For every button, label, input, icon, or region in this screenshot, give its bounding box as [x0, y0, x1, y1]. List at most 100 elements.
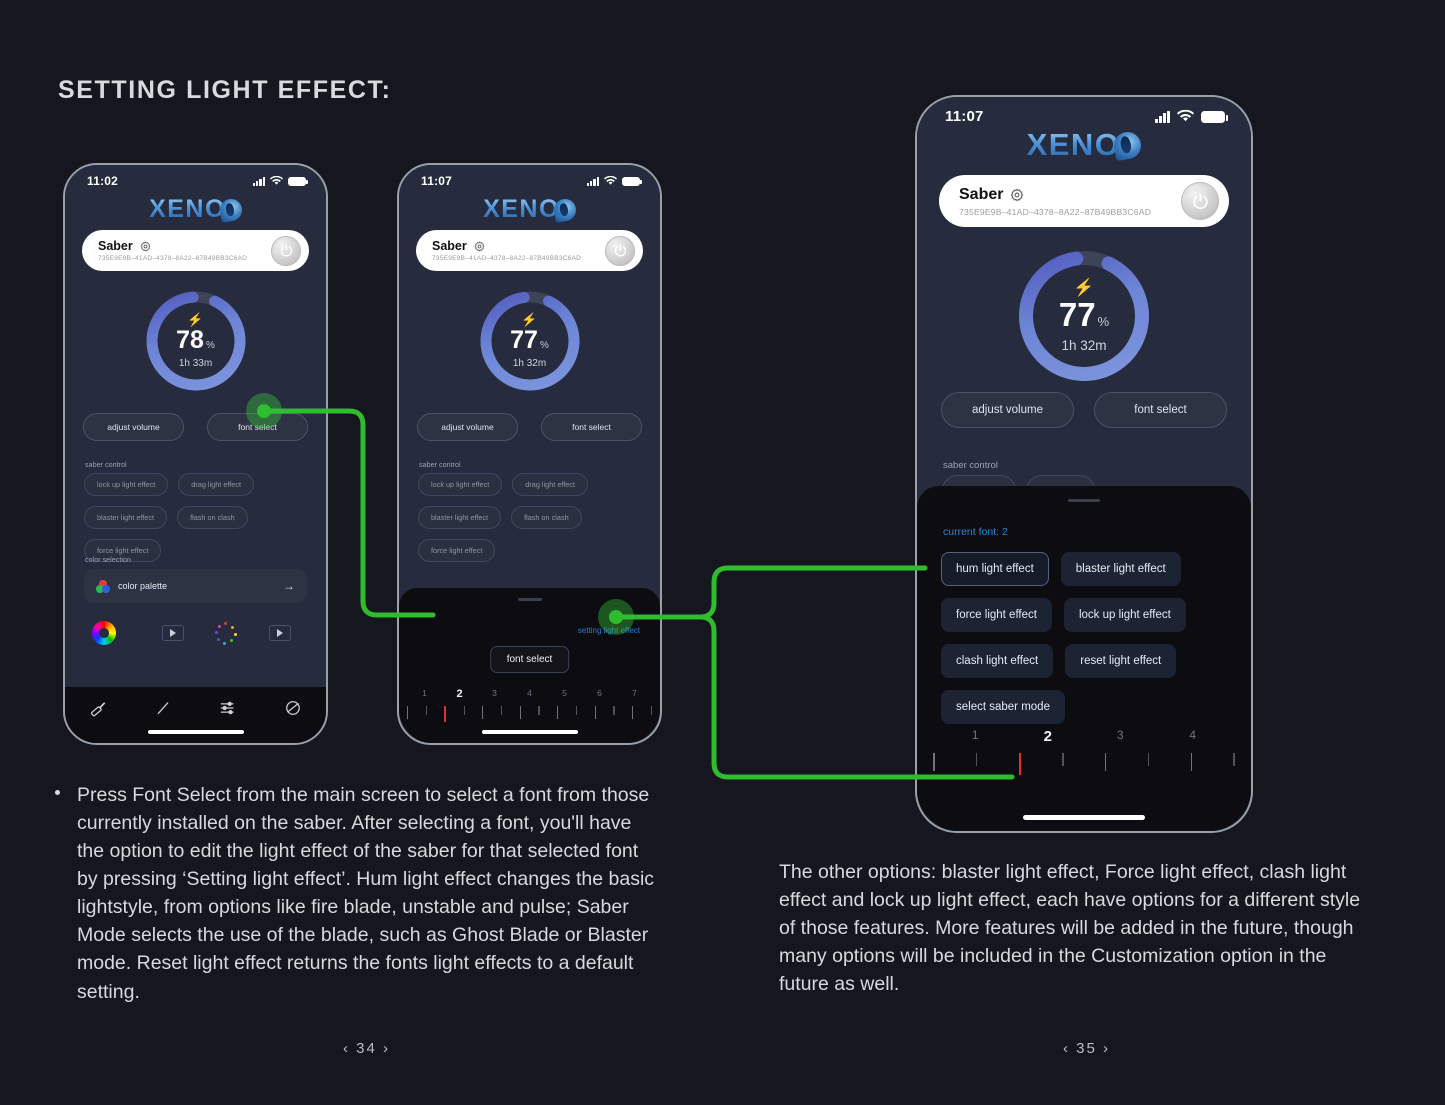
font-select-button[interactable]: font select	[1094, 392, 1227, 428]
battery-ring: ⚡ 78% 1h 33m	[142, 287, 250, 395]
bolt-icon: ⚡	[521, 312, 538, 327]
font-select-button[interactable]: font select	[541, 413, 642, 441]
device-id: 735E9E9B–41AD–4378–8A22–87B49BB3C6AD	[959, 206, 1152, 217]
battery-icon	[1201, 111, 1229, 123]
gear-icon[interactable]	[474, 241, 485, 252]
battery-icon	[288, 176, 309, 186]
font-select-button[interactable]: font select	[489, 646, 570, 673]
percent-symbol: %	[205, 340, 215, 351]
status-clock: 11:02	[87, 174, 119, 188]
phone3-screen: 11:07 XENO Saber 735E9E9B–41AD–4378–8A22…	[917, 97, 1251, 831]
xeno-logo: XENO	[65, 195, 326, 224]
xeno-logo: XENO	[917, 127, 1251, 163]
chip-drag-light-effect[interactable]: drag light effect	[512, 473, 589, 496]
phone3-status-bar: 11:07	[917, 97, 1251, 125]
battery-ring: ⚡ 77% 1h 32m	[476, 287, 584, 395]
body-left-text: Press Font Select from the main screen t…	[77, 784, 655, 1003]
saber-control-label: saber control	[419, 460, 461, 469]
blaster-light-effect-button[interactable]: blaster light effect	[1060, 552, 1181, 586]
gear-icon[interactable]	[1010, 188, 1024, 202]
play-icon[interactable]	[269, 625, 292, 641]
battery-percent: 77	[510, 326, 538, 354]
ruler-number-active: 2	[1043, 728, 1052, 745]
status-clock: 11:07	[945, 108, 984, 125]
xeno-wordmark: XENO	[149, 195, 226, 223]
battery-time-remaining: 1h 32m	[1061, 338, 1107, 353]
ruler-number: 3	[492, 688, 497, 698]
saber-hilt-icon[interactable]	[88, 698, 108, 718]
ruler-current-marker	[444, 706, 447, 722]
play-icon[interactable]	[161, 625, 184, 641]
color-wheel-icon[interactable]	[92, 621, 116, 645]
device-id: 735E9E9B–41AD–4378–8A22–87B49BB3C6AD	[98, 255, 248, 262]
color-palette-label: color palette	[118, 581, 168, 591]
phone2-action-row: adjust volume font select	[417, 413, 642, 441]
font-ruler[interactable]: 1 2 3 4 5 6 7	[399, 688, 660, 733]
chip-lock-up-light-effect[interactable]: lock up light effect	[84, 473, 169, 496]
ruler-ticks	[917, 745, 1251, 775]
force-light-effect-button[interactable]: force light effect	[941, 598, 1052, 632]
callout-dot-font-select	[246, 393, 282, 429]
select-saber-mode-button[interactable]: select saber mode	[941, 690, 1065, 724]
chip-flash-on-clash[interactable]: flash on clash	[511, 506, 582, 529]
battery-ring: ⚡ 77% 1h 32m	[1013, 245, 1155, 387]
device-name: Saber	[98, 239, 133, 253]
power-icon[interactable]	[605, 235, 635, 266]
sliders-icon[interactable]	[218, 698, 238, 718]
adjust-volume-button[interactable]: adjust volume	[417, 413, 518, 441]
planet-icon[interactable]	[283, 698, 303, 718]
home-indicator	[1023, 815, 1145, 820]
lock-up-light-effect-button[interactable]: lock up light effect	[1063, 598, 1186, 632]
light-effect-grid: hum light effect blaster light effect fo…	[941, 552, 1227, 724]
blade-icon[interactable]	[153, 698, 173, 718]
chip-blaster-light-effect[interactable]: blaster light effect	[418, 506, 502, 529]
device-card[interactable]: Saber 735E9E9B–41AD–4378–8A22–87B49BB3C6…	[416, 230, 643, 271]
chip-flash-on-clash[interactable]: flash on clash	[177, 506, 248, 529]
xeno-wordmark: XENO	[483, 195, 560, 223]
battery-ring-wrap: ⚡ 77% 1h 32m	[917, 245, 1251, 387]
wifi-icon	[270, 176, 283, 185]
ruler-number: 3	[1116, 728, 1124, 742]
bullet-icon	[55, 790, 60, 795]
battery-time-remaining: 1h 32m	[512, 358, 547, 369]
ruler-number: 1	[422, 688, 427, 698]
adjust-volume-button[interactable]: adjust volume	[83, 413, 184, 441]
chip-lock-up-light-effect[interactable]: lock up light effect	[418, 473, 503, 496]
reset-light-effect-button[interactable]: reset light effect	[1065, 644, 1177, 678]
battery-percent: 78	[176, 326, 204, 354]
sheet-grabber[interactable]	[517, 598, 542, 601]
battery-time-remaining: 1h 33m	[178, 358, 213, 369]
phone3-light-effect-sheet: current font: 2 hum light effect blaster…	[917, 486, 1251, 831]
hum-light-effect-button[interactable]: hum light effect	[941, 552, 1049, 586]
power-icon[interactable]	[271, 235, 301, 266]
chip-force-light-effect[interactable]: force light effect	[418, 539, 496, 562]
device-card[interactable]: Saber 735E9E9B–41AD–4378–8A22–87B49BB3C6…	[939, 175, 1229, 227]
ruler-current-marker	[1018, 753, 1021, 775]
device-card[interactable]: Saber 735E9E9B–41AD–4378–8A22–87B49BB3C6…	[82, 230, 309, 271]
power-icon[interactable]	[1181, 182, 1219, 220]
home-indicator	[481, 730, 578, 734]
chip-drag-light-effect[interactable]: drag light effect	[178, 473, 255, 496]
adjust-volume-button[interactable]: adjust volume	[941, 392, 1074, 428]
color-palette-row[interactable]: color palette →	[84, 569, 307, 603]
page-number-right[interactable]: ‹ 35 ›	[1063, 1040, 1110, 1057]
ruler-number: 1	[971, 728, 979, 742]
ruler-number: 6	[597, 688, 602, 698]
wifi-icon	[604, 176, 617, 185]
sheet-grabber[interactable]	[1068, 499, 1100, 502]
saber-control-label: saber control	[943, 460, 998, 471]
percent-symbol: %	[539, 340, 549, 351]
signal-bars-icon	[586, 176, 599, 186]
page-number-left[interactable]: ‹ 34 ›	[343, 1040, 390, 1057]
gear-icon[interactable]	[140, 241, 151, 252]
chip-blaster-light-effect[interactable]: blaster light effect	[84, 506, 168, 529]
sparkle-icon[interactable]	[214, 621, 238, 645]
font-ruler[interactable]: 1 2 3 4	[917, 728, 1251, 788]
status-clock: 11:07	[421, 174, 453, 188]
arrow-right-icon[interactable]: →	[283, 579, 295, 593]
battery-percent: 77	[1058, 296, 1096, 333]
battery-ring-wrap: ⚡ 77% 1h 32m	[399, 287, 660, 395]
clash-light-effect-button[interactable]: clash light effect	[941, 644, 1054, 678]
phone-mockup-3: 11:07 XENO Saber 735E9E9B–41AD–4378–8A22…	[915, 95, 1253, 833]
home-indicator	[147, 730, 244, 734]
